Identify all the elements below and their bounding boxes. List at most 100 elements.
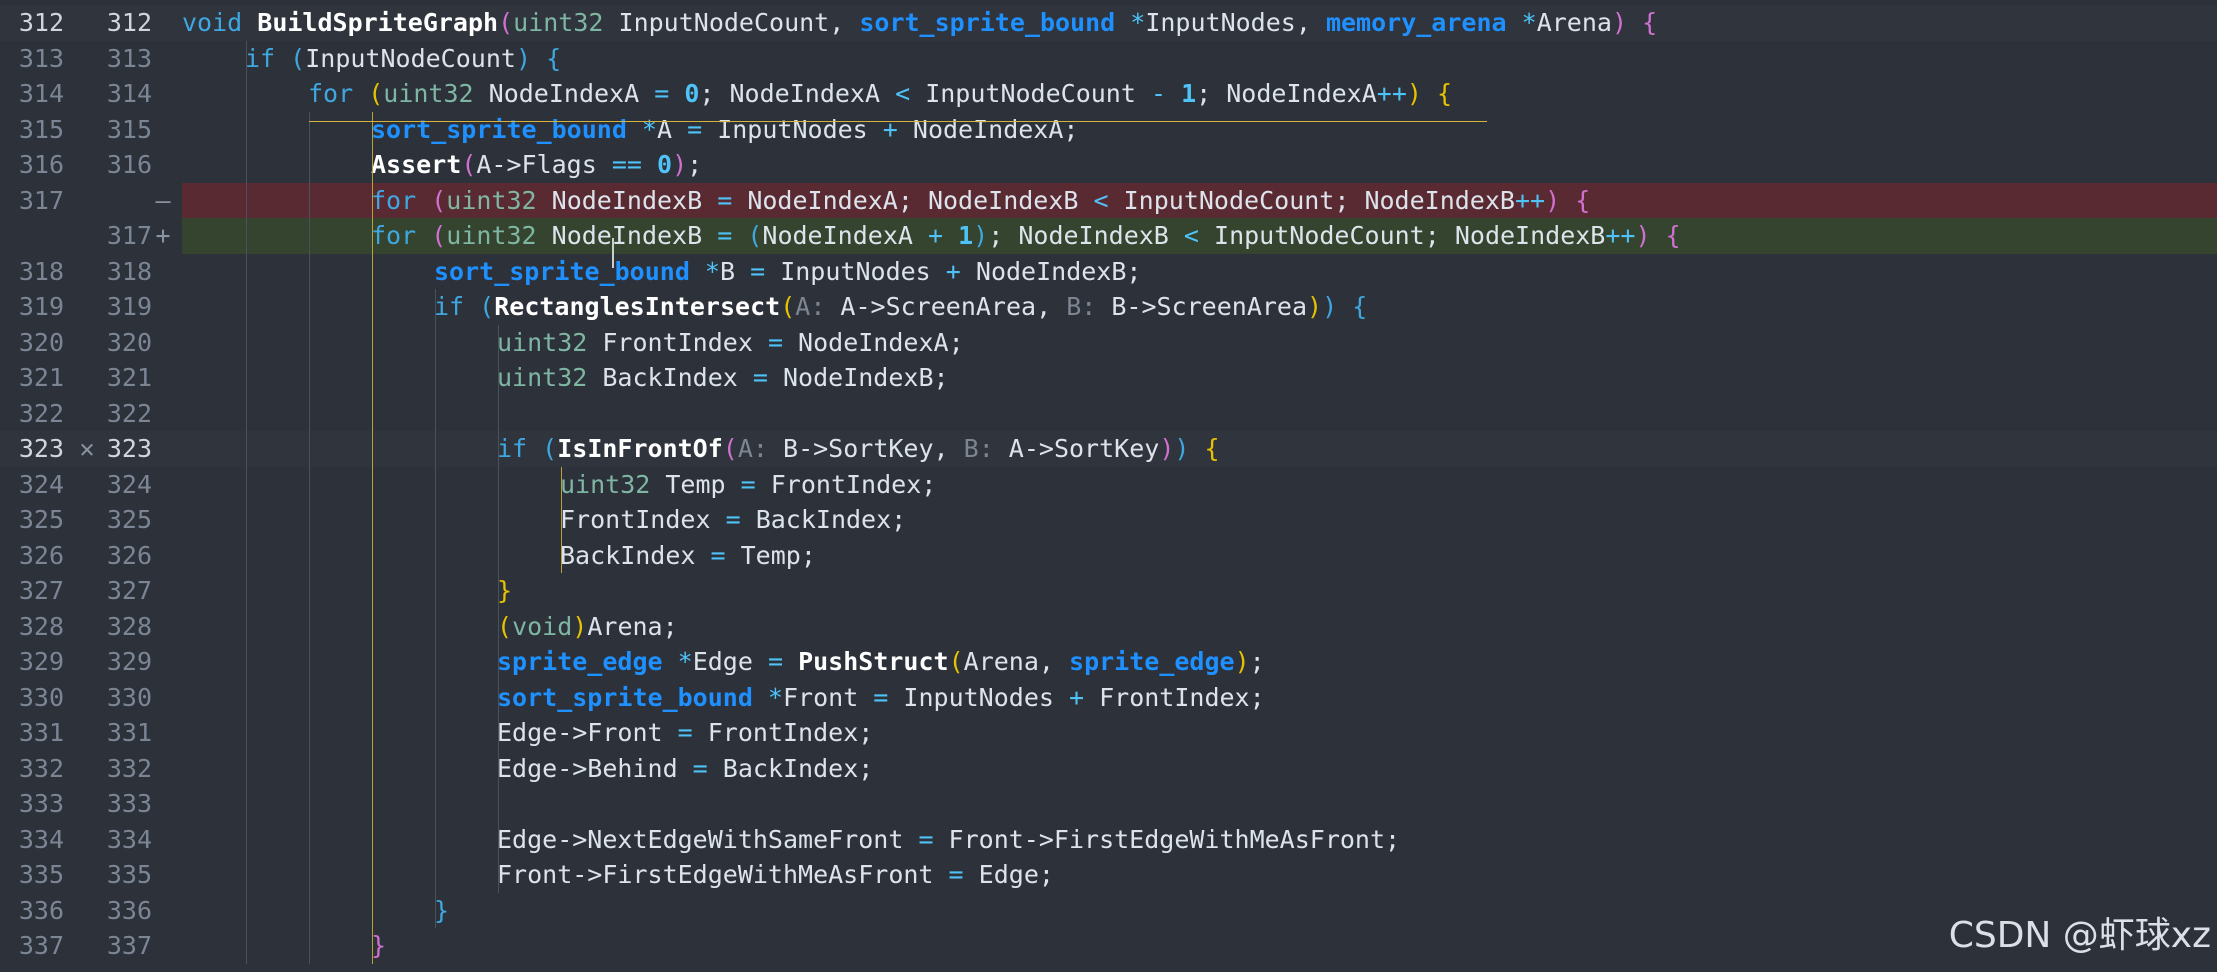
old-line-number: 333 bbox=[18, 789, 64, 818]
code-text: BackIndex = Temp; bbox=[560, 538, 816, 574]
conflict-marker-icon[interactable]: ✕ bbox=[74, 431, 100, 467]
old-line-number: 319 bbox=[18, 292, 64, 321]
code-line[interactable]: 333 333 bbox=[0, 786, 2217, 822]
code-line[interactable]: 322 322 bbox=[0, 396, 2217, 432]
code-text: for (uint32 NodeIndexB = (NodeIndexA + 1… bbox=[371, 218, 1681, 254]
code-token: void bbox=[512, 611, 573, 641]
code-token: Front bbox=[782, 682, 874, 712]
code-content[interactable]: uint32 Temp = FrontIndex; bbox=[182, 467, 2217, 503]
code-token: BackIndex; bbox=[707, 753, 874, 783]
code-line[interactable]: 326 326 BackIndex = Temp; bbox=[0, 538, 2217, 574]
old-line-number: 325 bbox=[18, 505, 64, 534]
code-token: < bbox=[1183, 221, 1199, 250]
code-content[interactable]: sort_sprite_bound *B = InputNodes + Node… bbox=[182, 254, 2217, 290]
code-content[interactable]: if (InputNodeCount) { bbox=[182, 41, 2217, 77]
new-line-number: 336 bbox=[106, 895, 152, 925]
old-line-number: 332 bbox=[18, 753, 64, 783]
code-content[interactable]: if (IsInFrontOf(A: B->SortKey, B: A->Sor… bbox=[182, 431, 2217, 467]
code-content[interactable]: Edge->Behind = BackIndex; bbox=[182, 751, 2217, 787]
code-token: sort_sprite_bound bbox=[497, 682, 753, 712]
code-token: ++ bbox=[1376, 79, 1407, 108]
code-token: uint32 bbox=[513, 8, 604, 37]
code-line[interactable]: 336 336} bbox=[0, 893, 2217, 929]
code-content[interactable]: if (RectanglesIntersect(A: A->ScreenArea… bbox=[182, 289, 2217, 325]
code-text: Edge->Behind = BackIndex; bbox=[497, 751, 873, 787]
code-content[interactable]: } bbox=[182, 893, 2217, 929]
code-line[interactable]: 318 318 sort_sprite_bound *B = InputNodes … bbox=[0, 254, 2217, 290]
code-content[interactable]: FrontIndex = BackIndex; bbox=[182, 502, 2217, 538]
code-line[interactable]: 321 321 uint32 BackIndex = NodeIndexB; bbox=[0, 360, 2217, 396]
code-line[interactable]: 312 312 void BuildSpriteGraph(uint32 Input… bbox=[0, 5, 2217, 41]
code-token: ( bbox=[497, 611, 513, 641]
code-token: NodeIndexB bbox=[536, 221, 718, 250]
code-line[interactable]: 334 334 Edge->NextEdgeWithSameFront = Fron… bbox=[0, 822, 2217, 858]
code-line[interactable]: 327 327} bbox=[0, 573, 2217, 609]
code-text: } bbox=[434, 893, 449, 929]
code-line[interactable]: 325 325 FrontIndex = BackIndex; bbox=[0, 502, 2217, 538]
code-content[interactable]: } bbox=[182, 573, 2217, 609]
code-token: Arena bbox=[1536, 8, 1612, 37]
old-line-number: 328 bbox=[18, 611, 64, 641]
code-line[interactable]: 323 323 ✕ if (IsInFrontOf(A: B->SortKey, B:… bbox=[0, 431, 2217, 467]
old-line-number: 314 bbox=[18, 79, 64, 108]
code-line[interactable]: 324 324 uint32 Temp = FrontIndex; bbox=[0, 467, 2217, 503]
old-line-number: 336 bbox=[18, 895, 64, 925]
new-line-number: 335 bbox=[106, 860, 152, 889]
code-content[interactable]: BackIndex = Temp; bbox=[182, 538, 2217, 574]
code-text: void BuildSpriteGraph(uint32 InputNodeCo… bbox=[182, 5, 1657, 41]
code-content[interactable]: sprite_edge *Edge = PushStruct(Arena, sp… bbox=[182, 644, 2217, 680]
code-line[interactable]: 319 319 if (RectanglesIntersect(A: A->Scre… bbox=[0, 289, 2217, 325]
code-token: = bbox=[725, 505, 741, 534]
code-line[interactable]: 337 337} bbox=[0, 928, 2217, 964]
code-token: if bbox=[497, 434, 543, 463]
code-token: FrontIndex; bbox=[692, 718, 874, 747]
code-token: InputNodes bbox=[888, 682, 1069, 712]
code-token: B: bbox=[1066, 292, 1112, 321]
indent-guide bbox=[246, 40, 247, 964]
code-token: NodeIndexA bbox=[473, 79, 655, 108]
code-line[interactable]: 320 320 uint32 FrontIndex = NodeIndexA; bbox=[0, 325, 2217, 361]
code-token: = bbox=[717, 221, 733, 250]
code-line[interactable]: 328 328 (void)Arena; bbox=[0, 609, 2217, 645]
code-line[interactable]: 317 + for (uint32 NodeIndexB = (NodeIndexA… bbox=[0, 218, 2217, 254]
code-content[interactable]: (void)Arena; bbox=[182, 609, 2217, 645]
old-line-number: 321 bbox=[18, 363, 64, 392]
code-content[interactable]: for (uint32 NodeIndexB = (NodeIndexA + 1… bbox=[182, 218, 2217, 254]
code-line[interactable]: 331 331 Edge->Front = FrontIndex; bbox=[0, 715, 2217, 751]
code-editor[interactable]: ⌄ 312312void BuildSpriteGraph(uint32 Inp… bbox=[0, 0, 2217, 972]
old-line-number: 327 bbox=[18, 576, 64, 605]
code-token: NodeIndexB bbox=[536, 185, 718, 215]
code-content[interactable]: uint32 BackIndex = NodeIndexB; bbox=[182, 360, 2217, 396]
code-token: sort_sprite_bound bbox=[434, 256, 690, 286]
code-line[interactable]: 330 330 sort_sprite_bound *Front = InputNo… bbox=[0, 680, 2217, 716]
watermark: CSDN @虾球xz bbox=[1948, 915, 2211, 956]
code-line[interactable]: 329 329 sprite_edge *Edge = PushStruct(Are… bbox=[0, 644, 2217, 680]
code-content[interactable]: for (uint32 NodeIndexB = NodeIndexA; Nod… bbox=[182, 182, 2217, 218]
code-content[interactable]: } bbox=[182, 928, 2217, 964]
code-content[interactable]: sort_sprite_bound *Front = InputNodes + … bbox=[182, 680, 2217, 716]
code-line[interactable]: 313 313 if (InputNodeCount) { bbox=[0, 41, 2217, 77]
code-line[interactable]: 314 314 for (uint32 NodeIndexA = 0; NodeIn… bbox=[0, 76, 2217, 112]
old-line-number: 335 bbox=[18, 860, 64, 889]
code-text: (void)Arena; bbox=[497, 609, 678, 645]
removed-line-icon[interactable]: — bbox=[150, 183, 176, 219]
code-line[interactable]: 317 — for (uint32 NodeIndexB = NodeIndexA;… bbox=[0, 182, 2217, 219]
code-line[interactable]: 332 332 Edge->Behind = BackIndex; bbox=[0, 751, 2217, 787]
code-content[interactable]: Edge->Front = FrontIndex; bbox=[182, 715, 2217, 751]
code-content[interactable]: void BuildSpriteGraph(uint32 InputNodeCo… bbox=[182, 5, 2217, 41]
code-content[interactable]: Edge->NextEdgeWithSameFront = Front->Fir… bbox=[182, 822, 2217, 858]
code-content[interactable]: for (uint32 NodeIndexA = 0; NodeIndexA <… bbox=[182, 76, 2217, 112]
code-token: ( bbox=[498, 8, 514, 37]
added-line-icon[interactable]: + bbox=[150, 218, 176, 254]
code-line[interactable]: 335 335 Front->FirstEdgeWithMeAsFront = Ed… bbox=[0, 857, 2217, 893]
code-token: InputNodeCount bbox=[305, 43, 516, 73]
old-line-number: 316 bbox=[18, 150, 64, 179]
code-content[interactable] bbox=[182, 786, 2217, 822]
code-text: FrontIndex = BackIndex; bbox=[560, 502, 906, 538]
code-content[interactable] bbox=[182, 396, 2217, 432]
code-content[interactable]: Front->FirstEdgeWithMeAsFront = Edge; bbox=[182, 857, 2217, 893]
code-token: = bbox=[654, 79, 670, 108]
code-content[interactable]: uint32 FrontIndex = NodeIndexA; bbox=[182, 325, 2217, 361]
